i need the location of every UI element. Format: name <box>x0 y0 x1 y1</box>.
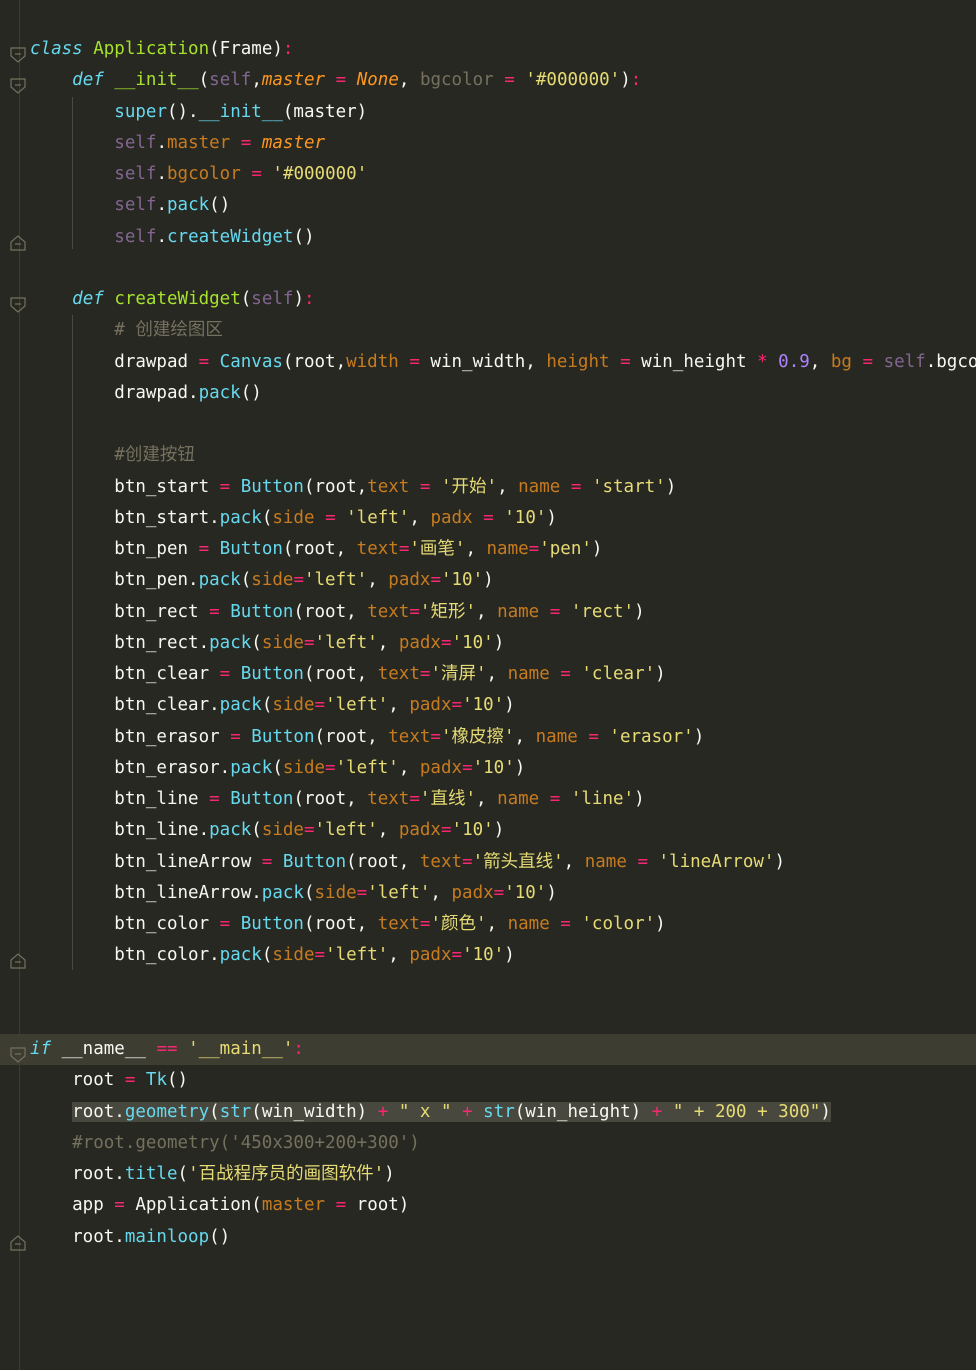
code-editor[interactable]: class Application(Frame): def __init__(s… <box>0 0 976 1370</box>
fold-open-icon[interactable] <box>10 74 26 95</box>
code-line[interactable]: btn_color = Button(root, text='颜色', name… <box>0 909 976 940</box>
code-text: btn_line.pack(side='left', padx='10') <box>30 820 505 841</box>
code-text: btn_erasor = Button(root, text='橡皮擦', na… <box>30 726 705 747</box>
code-text: btn_pen = Button(root, text='画笔', name='… <box>30 539 603 559</box>
code-line[interactable]: def __init__(self,master = None, bgcolor… <box>0 65 976 96</box>
code-text: root = Tk() <box>30 1070 189 1091</box>
code-line[interactable]: btn_erasor.pack(side='left', padx='10') <box>0 753 976 784</box>
code-line[interactable]: # 创建绘图区 <box>0 315 976 346</box>
code-line[interactable] <box>0 253 976 284</box>
code-text: btn_line = Button(root, text='直线', name … <box>30 789 645 809</box>
code-line[interactable]: root.mainloop() <box>0 1222 976 1253</box>
code-text: root.mainloop() <box>30 1226 231 1247</box>
fold-close-icon[interactable] <box>10 949 26 969</box>
code-line[interactable]: btn_line.pack(side='left', padx='10') <box>0 815 976 846</box>
code-line[interactable]: btn_pen = Button(root, text='画笔', name='… <box>0 534 976 565</box>
code-text: btn_rect = Button(root, text='矩形', name … <box>30 601 645 622</box>
code-line[interactable]: class Application(Frame): <box>0 34 976 65</box>
code-line[interactable]: root.geometry(str(win_width) + " x " + s… <box>0 1097 976 1128</box>
fold-open-icon[interactable] <box>10 43 26 63</box>
code-line[interactable]: self.createWidget() <box>0 222 976 253</box>
code-line[interactable]: btn_pen.pack(side='left', padx='10') <box>0 565 976 596</box>
code-text: self.bgcolor = '#000000' <box>114 164 368 184</box>
code-text: class Application(Frame): <box>30 39 294 59</box>
code-line[interactable]: btn_erasor = Button(root, text='橡皮擦', na… <box>0 722 976 753</box>
code-line[interactable] <box>0 972 976 1003</box>
code-text: btn_color.pack(side='left', padx='10') <box>30 945 515 966</box>
code-text: btn_rect.pack(side='left', padx='10') <box>30 632 505 653</box>
code-text: def __init__(self,master = None, bgcolor… <box>72 70 642 91</box>
code-line[interactable]: btn_rect = Button(root, text='矩形', name … <box>0 597 976 628</box>
code-line[interactable]: self.bgcolor = '#000000' <box>0 159 976 190</box>
code-text: btn_lineArrow = Button(root, text='箭头直线'… <box>30 851 785 872</box>
code-line[interactable]: drawpad.pack() <box>0 378 976 409</box>
fold-close-icon[interactable] <box>10 1231 26 1251</box>
code-text: drawpad.pack() <box>30 382 262 403</box>
code-line[interactable]: drawpad = Canvas(root,width = win_width,… <box>0 347 976 378</box>
code-line[interactable]: btn_line = Button(root, text='直线', name … <box>0 784 976 815</box>
code-line[interactable]: root = Tk() <box>0 1065 976 1096</box>
code-line[interactable] <box>0 1003 976 1034</box>
code-text: btn_start.pack(side = 'left', padx = '10… <box>30 507 557 528</box>
code-line[interactable]: btn_lineArrow = Button(root, text='箭头直线'… <box>0 847 976 878</box>
code-line[interactable]: btn_clear = Button(root, text='清屏', name… <box>0 659 976 690</box>
code-line[interactable]: def createWidget(self): <box>0 284 976 315</box>
code-text: root.geometry(str(win_width) + " x " + s… <box>72 1101 831 1122</box>
code-text: btn_erasor.pack(side='left', padx='10') <box>30 757 526 778</box>
code-line[interactable]: btn_color.pack(side='left', padx='10') <box>0 940 976 971</box>
code-text: btn_lineArrow.pack(side='left', padx='10… <box>30 882 557 903</box>
code-text: btn_pen.pack(side='left', padx='10') <box>30 570 494 591</box>
code-line[interactable]: btn_clear.pack(side='left', padx='10') <box>0 690 976 721</box>
code-line[interactable]: btn_start = Button(root,text = '开始', nam… <box>0 472 976 503</box>
code-text: btn_color = Button(root, text='颜色', name… <box>30 914 666 934</box>
code-line[interactable]: btn_rect.pack(side='left', padx='10') <box>0 628 976 659</box>
code-text: drawpad = Canvas(root,width = win_width,… <box>30 351 976 372</box>
fold-open-icon[interactable] <box>10 293 26 313</box>
code-line[interactable]: btn_lineArrow.pack(side='left', padx='10… <box>0 878 976 909</box>
fold-open-icon[interactable] <box>10 1043 26 1063</box>
code-line[interactable]: self.master = master <box>0 128 976 159</box>
fold-close-icon[interactable] <box>10 231 26 251</box>
code-line[interactable] <box>0 409 976 440</box>
code-text: btn_clear = Button(root, text='清屏', name… <box>30 664 666 684</box>
code-line[interactable]: super().__init__(master) <box>0 97 976 128</box>
code-text: self.master = master <box>114 132 326 153</box>
code-text: if __name__ == '__main__': <box>30 1039 304 1059</box>
code-text: app = Application(master = root) <box>30 1195 410 1216</box>
code-text: #root.geometry('450x300+200+300') <box>72 1132 420 1153</box>
code-text: def createWidget(self): <box>72 289 315 309</box>
code-text: btn_clear.pack(side='left', padx='10') <box>30 695 515 716</box>
code-line[interactable]: root.title('百战程序员的画图软件') <box>0 1159 976 1190</box>
code-line[interactable]: app = Application(master = root) <box>0 1190 976 1221</box>
code-text: root.title('百战程序员的画图软件') <box>30 1164 395 1184</box>
code-line[interactable]: self.pack() <box>0 190 976 221</box>
code-line[interactable]: if __name__ == '__main__': <box>0 1034 976 1065</box>
code-text: #创建按钮 <box>114 445 195 466</box>
code-text: btn_start = Button(root,text = '开始', nam… <box>30 476 677 497</box>
code-text: self.pack() <box>114 195 231 216</box>
code-text: self.createWidget() <box>114 226 315 247</box>
code-text: super().__init__(master) <box>114 101 368 122</box>
code-text: # 创建绘图区 <box>114 320 223 341</box>
code-line[interactable]: btn_start.pack(side = 'left', padx = '10… <box>0 503 976 534</box>
code-line[interactable]: #创建按钮 <box>0 440 976 471</box>
code-line[interactable]: #root.geometry('450x300+200+300') <box>0 1128 976 1159</box>
